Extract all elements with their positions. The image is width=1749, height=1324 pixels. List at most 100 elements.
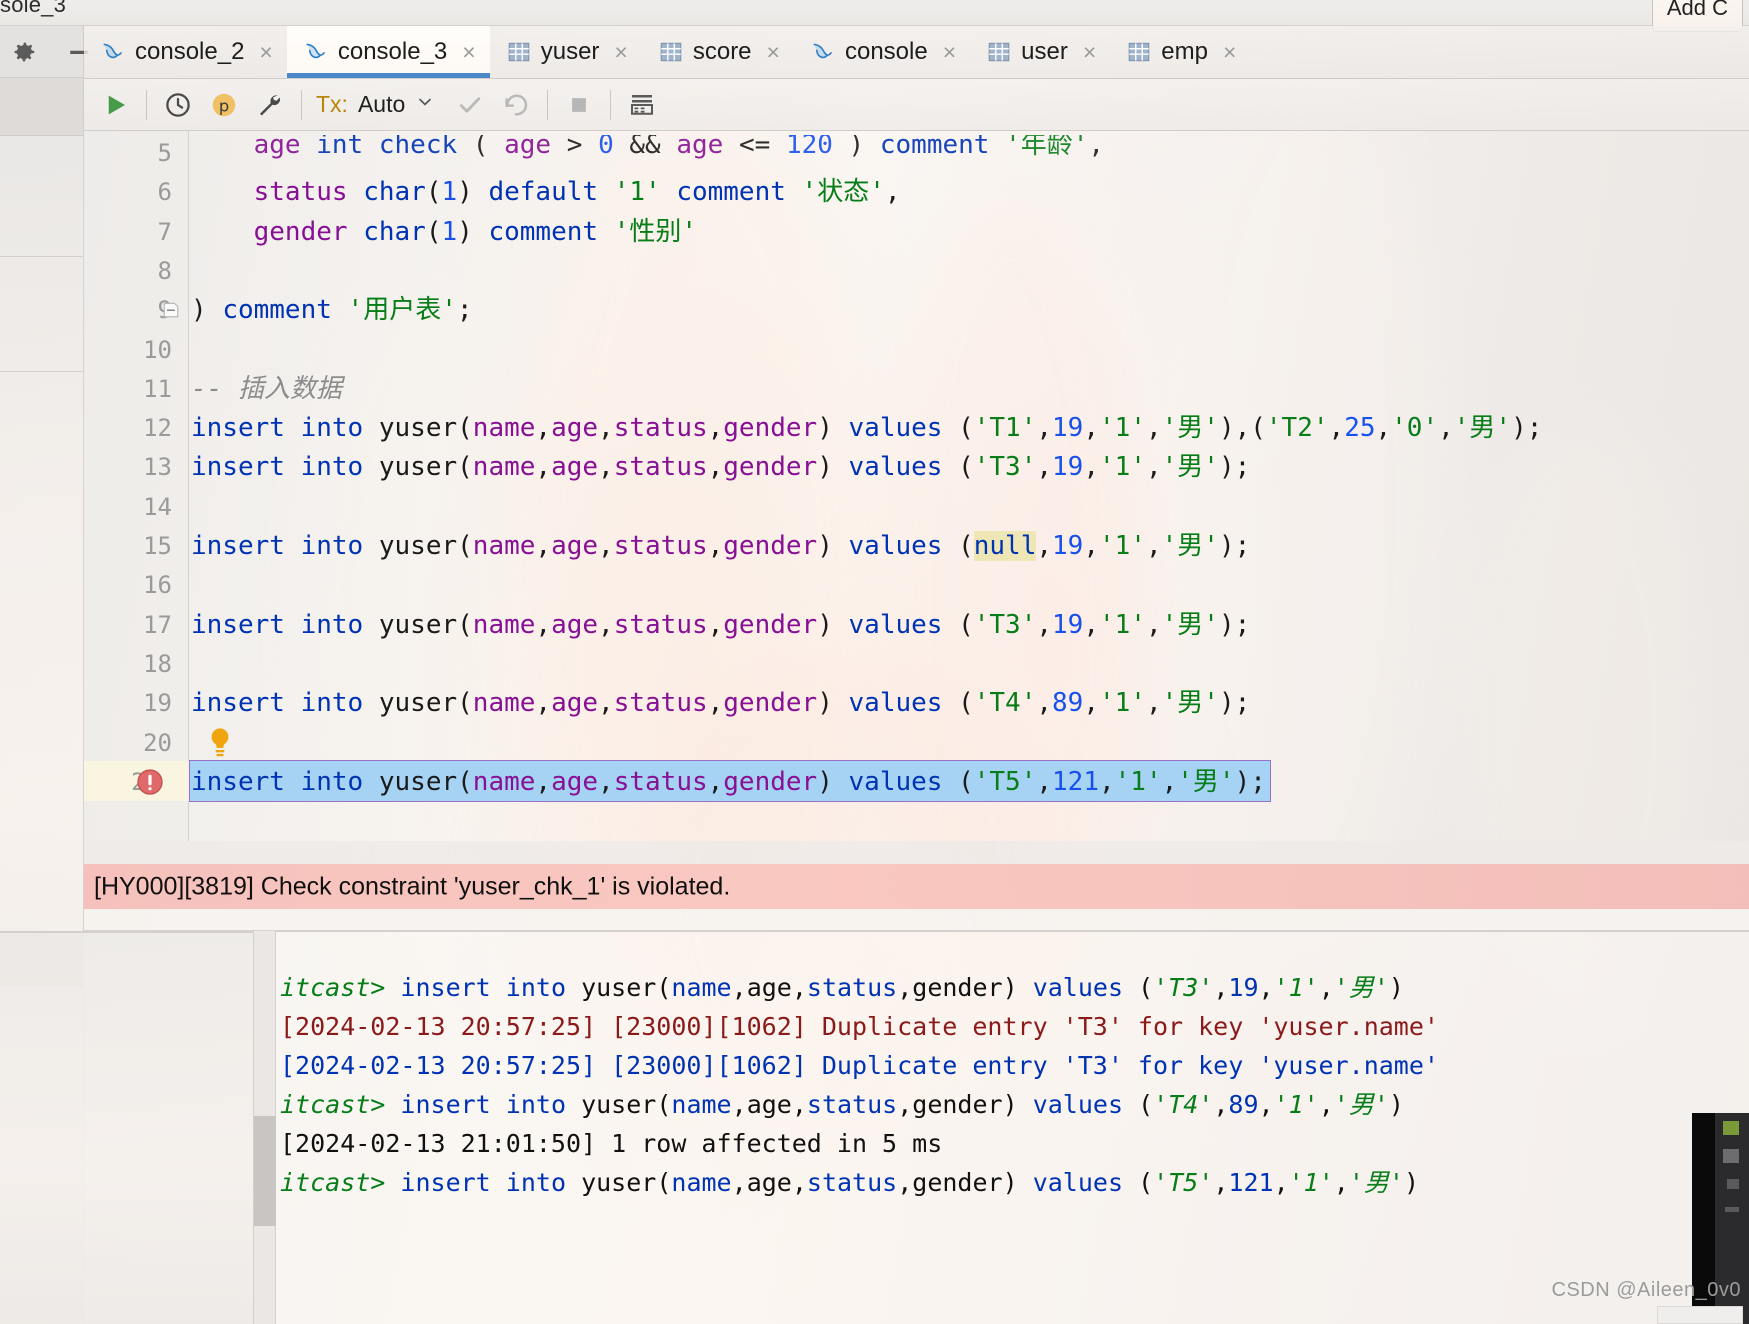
code-token: int: [316, 131, 364, 160]
close-icon[interactable]: ×: [462, 39, 475, 66]
execute-button[interactable]: [92, 82, 138, 128]
code-line[interactable]: insert into yuser(name,age,status,gender…: [191, 447, 1749, 487]
code-line[interactable]: status char(1) default '1' comment '状态',: [191, 172, 1749, 212]
console-token: ,: [1258, 1090, 1274, 1119]
code-token: ,: [884, 177, 901, 208]
line-number: 17: [143, 610, 172, 639]
code-token: ,: [535, 413, 552, 444]
code-token: ,: [598, 531, 614, 561]
console-scrollbar-thumb[interactable]: [254, 1116, 276, 1226]
code-token: ,: [1036, 688, 1053, 719]
code-line[interactable]: [191, 251, 1749, 291]
code-line[interactable]: [191, 565, 1749, 605]
code-token: insert: [191, 452, 285, 483]
code-line[interactable]: [191, 644, 1749, 684]
code-token: age: [253, 131, 301, 160]
tab-emp[interactable]: emp ×: [1110, 26, 1250, 78]
console-token: (: [1123, 973, 1154, 1002]
code-line[interactable]: insert into yuser(name,age,status,gender…: [191, 683, 1749, 723]
console-token: 'T4': [1153, 1090, 1214, 1119]
code-line[interactable]: insert into yuser(name,age,status,gender…: [191, 605, 1749, 645]
tab-console_2[interactable]: console_2 ×: [84, 26, 287, 78]
line-number: 10: [143, 335, 172, 364]
code-token: char: [363, 216, 426, 247]
tx-mode-selector[interactable]: Tx: Auto: [310, 91, 441, 118]
editor-toolbar: p Tx: Auto: [84, 79, 1749, 131]
sql-editor[interactable]: 56789101112131415161718192021 age int ch…: [84, 131, 1749, 841]
output-button[interactable]: [619, 82, 665, 128]
tab-console_3[interactable]: console_3 ×: [286, 26, 490, 78]
code-token: into: [300, 609, 364, 640]
code-line[interactable]: [191, 330, 1749, 370]
code-token: <=: [723, 131, 786, 160]
console-token: values: [1032, 1090, 1124, 1119]
line-number: 20: [143, 728, 172, 757]
code-token: 19: [1052, 452, 1084, 483]
editor-gutter[interactable]: 56789101112131415161718192021: [84, 131, 189, 841]
code-line[interactable]: insert into yuser(name,age,status,gender…: [191, 408, 1749, 448]
console-token: name: [671, 1090, 732, 1119]
close-icon[interactable]: ×: [614, 39, 627, 66]
code-token: status: [613, 766, 708, 797]
code-token: (: [457, 688, 473, 719]
code-token: ): [817, 688, 849, 719]
code-token: yuser: [378, 609, 458, 640]
code-token: 'T3': [973, 609, 1037, 640]
close-icon[interactable]: ×: [943, 39, 956, 66]
wrench-button[interactable]: [247, 82, 293, 128]
code-line[interactable]: [191, 723, 1749, 763]
console-token: ): [1403, 1168, 1420, 1197]
code-line[interactable]: insert into yuser(name,age,status,gender…: [191, 762, 1749, 802]
code-line[interactable]: age int check ( age > 0 && age <= 120 ) …: [191, 131, 1749, 165]
app-window: sole_3 Add C console_2 × console_3 × yuser × s…: [0, 0, 1749, 1324]
parameters-button[interactable]: p: [201, 82, 247, 128]
code-line[interactable]: ) comment '用户表';: [191, 290, 1749, 330]
console-log[interactable]: itcast> insert into yuser(name,age,statu…: [276, 931, 1749, 1324]
console-token: (: [656, 1090, 672, 1119]
code-token: ,: [707, 452, 724, 483]
stop-button[interactable]: [556, 82, 602, 128]
code-token: ,: [535, 609, 552, 640]
console-token: ,: [1258, 973, 1274, 1002]
rail-divider: [0, 256, 84, 257]
code-line[interactable]: [191, 487, 1749, 527]
fold-marker-icon[interactable]: [162, 301, 180, 324]
gear-icon[interactable]: [8, 37, 38, 67]
code-line[interactable]: insert into yuser(name,age,status,gender…: [191, 526, 1749, 566]
console-scrollbar-track[interactable]: [254, 931, 276, 1324]
console-token: 'T5': [1153, 1168, 1214, 1197]
error-marker-icon[interactable]: [134, 766, 166, 798]
code-token: comment: [879, 131, 990, 160]
tab-yuser[interactable]: yuser ×: [490, 26, 642, 78]
tx-prefix-label: Tx:: [316, 91, 348, 117]
console-token: age: [746, 973, 792, 1002]
tab-user[interactable]: user ×: [970, 26, 1110, 78]
tab-console[interactable]: console ×: [794, 26, 970, 78]
close-icon[interactable]: ×: [259, 39, 272, 66]
tab-score[interactable]: score ×: [642, 26, 794, 78]
editor-code-area[interactable]: age int check ( age > 0 && age <= 120 ) …: [189, 131, 1749, 841]
code-token: ,: [1083, 688, 1099, 719]
close-icon[interactable]: ×: [767, 39, 780, 66]
code-token: '男': [1161, 452, 1219, 483]
console-token: ,: [791, 1168, 807, 1197]
history-button[interactable]: [155, 82, 201, 128]
console-token: [566, 1090, 581, 1119]
code-token: ): [457, 177, 489, 208]
tab-label: console_3: [337, 38, 448, 65]
code-token: '1': [1099, 452, 1146, 483]
dolphin-console-icon: [100, 39, 126, 65]
close-icon[interactable]: ×: [1223, 39, 1236, 66]
rollback-button[interactable]: [493, 82, 539, 128]
code-line[interactable]: -- 插入数据: [191, 369, 1749, 409]
code-line[interactable]: gender char(1) comment '性别': [191, 212, 1749, 252]
console-side-panel: [0, 931, 254, 1324]
close-icon[interactable]: ×: [1083, 39, 1096, 66]
commit-button[interactable]: [447, 82, 493, 128]
code-token: comment: [488, 216, 599, 247]
dolphin-console-icon: [810, 39, 836, 65]
